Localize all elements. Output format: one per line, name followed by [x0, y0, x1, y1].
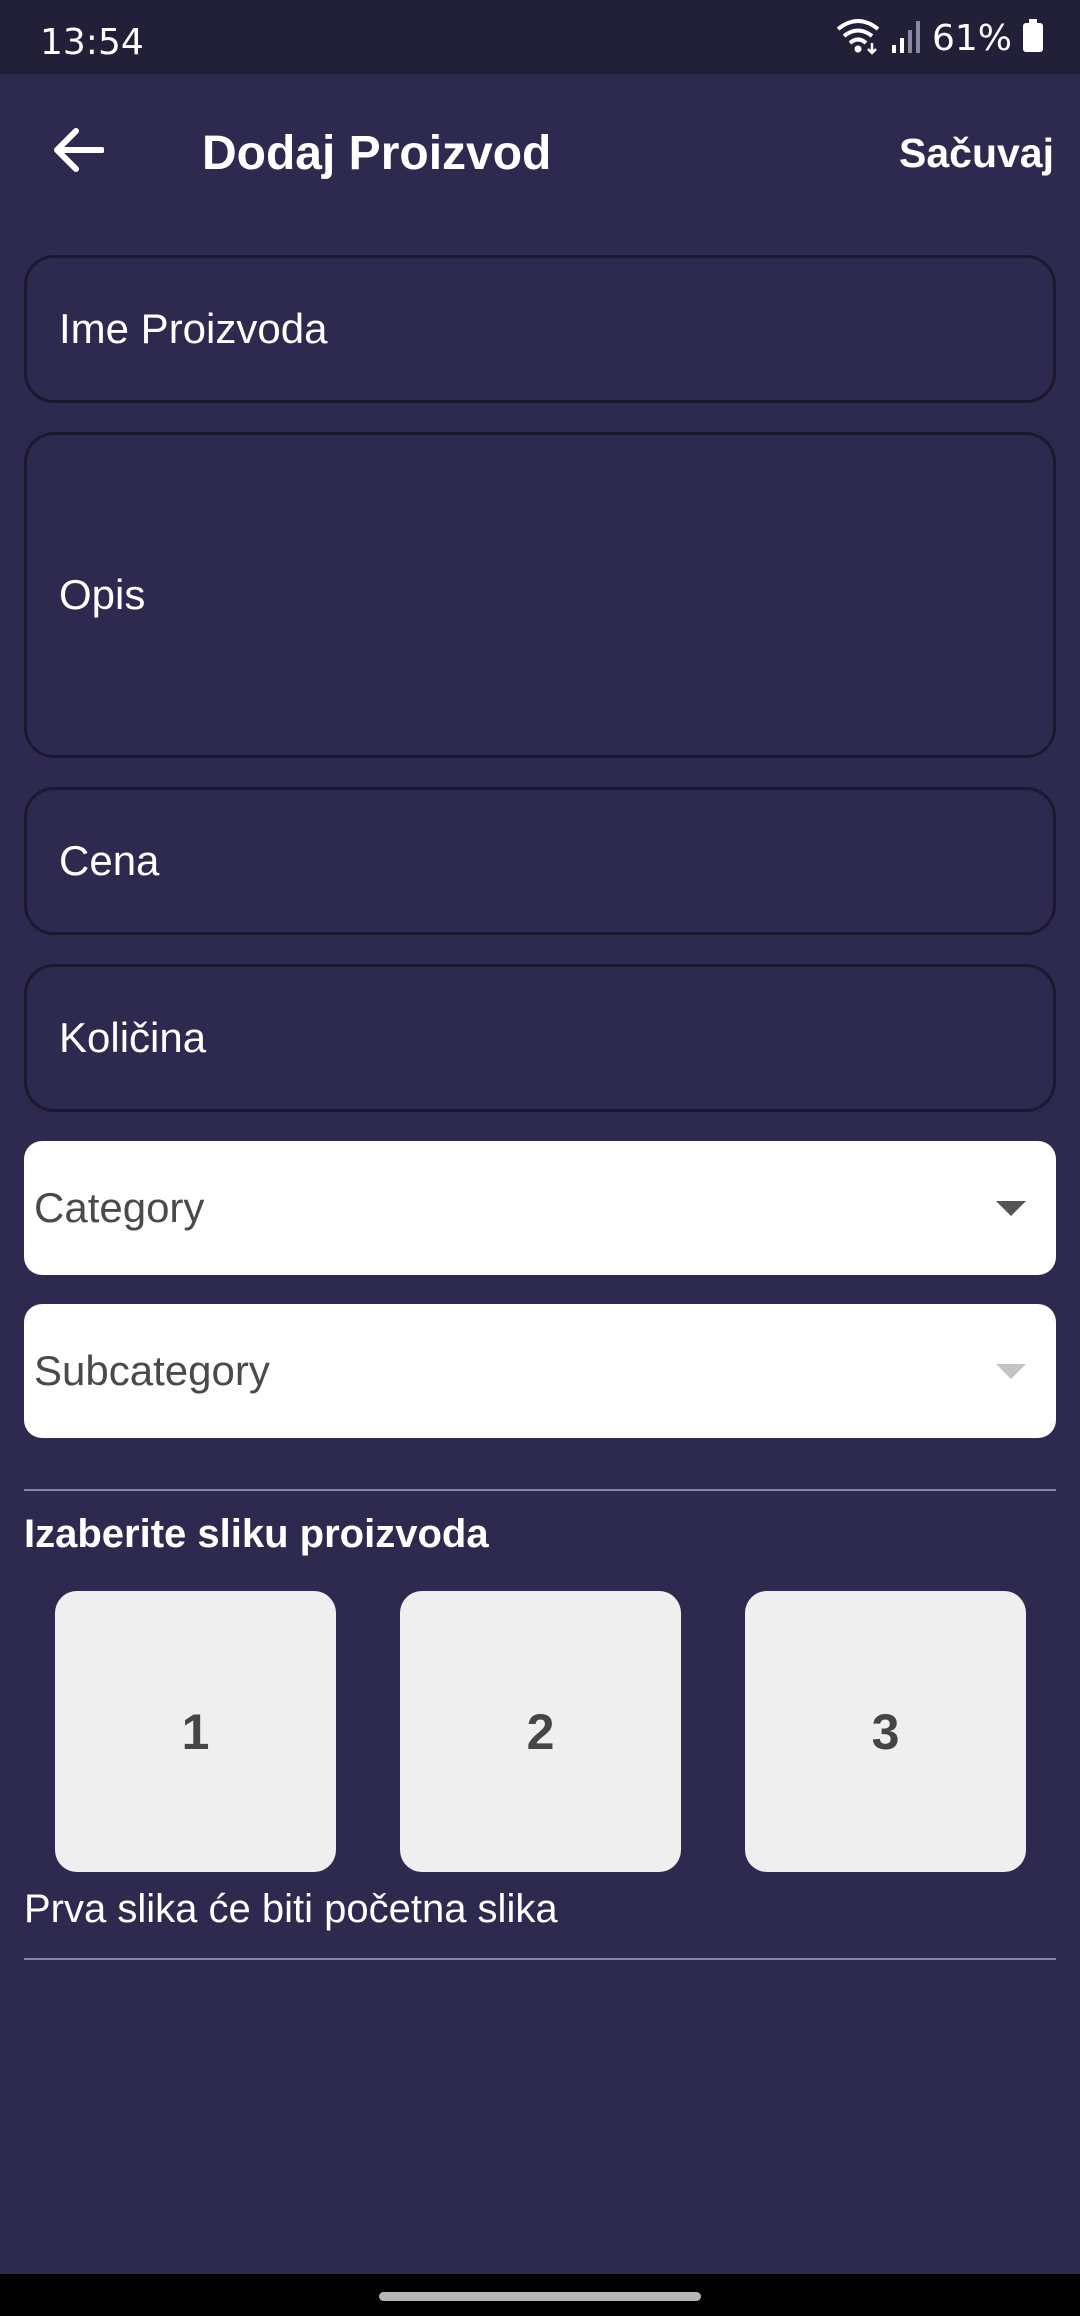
subcategory-dropdown[interactable]: Subcategory — [24, 1304, 1056, 1438]
navigation-bar — [0, 2274, 1080, 2316]
divider — [24, 1958, 1056, 1960]
status-icons: 61% — [834, 17, 1044, 60]
subcategory-placeholder: Subcategory — [34, 1347, 270, 1394]
product-name-placeholder: Ime Proizvoda — [59, 305, 328, 352]
image-hint: Prva slika će biti početna slika — [24, 1887, 558, 1931]
description-placeholder: Opis — [59, 571, 146, 618]
save-button[interactable]: Sačuvaj — [899, 130, 1054, 177]
image-slot-2[interactable]: 2 — [400, 1591, 681, 1872]
image-slot-1[interactable]: 1 — [55, 1591, 336, 1872]
price-placeholder: Cena — [59, 837, 160, 884]
chevron-down-icon — [996, 1201, 1026, 1216]
arrow-left-icon — [52, 127, 105, 178]
quantity-input[interactable]: Količina — [24, 964, 1056, 1112]
wifi-icon — [834, 17, 882, 60]
image-slot-3[interactable]: 3 — [745, 1591, 1026, 1872]
divider — [24, 1489, 1056, 1491]
image-section-title: Izaberite sliku proizvoda — [24, 1512, 489, 1556]
back-button[interactable] — [40, 114, 116, 190]
page-title: Dodaj Proizvod — [202, 127, 552, 180]
battery-percentage: 61% — [931, 17, 1012, 59]
product-name-input[interactable]: Ime Proizvoda — [24, 255, 1056, 403]
app-bar: Dodaj Proizvod Sačuvaj — [0, 74, 1080, 230]
status-time: 13:54 — [40, 22, 144, 63]
battery-icon — [1022, 18, 1044, 58]
description-input[interactable]: Opis — [24, 432, 1056, 758]
home-indicator[interactable] — [379, 2292, 701, 2301]
chevron-down-icon — [996, 1364, 1026, 1379]
price-input[interactable]: Cena — [24, 787, 1056, 935]
signal-icon — [891, 19, 922, 58]
category-dropdown[interactable]: Category — [24, 1141, 1056, 1275]
status-bar: 13:54 61% — [0, 0, 1080, 74]
category-placeholder: Category — [34, 1184, 205, 1231]
quantity-placeholder: Količina — [59, 1014, 207, 1061]
